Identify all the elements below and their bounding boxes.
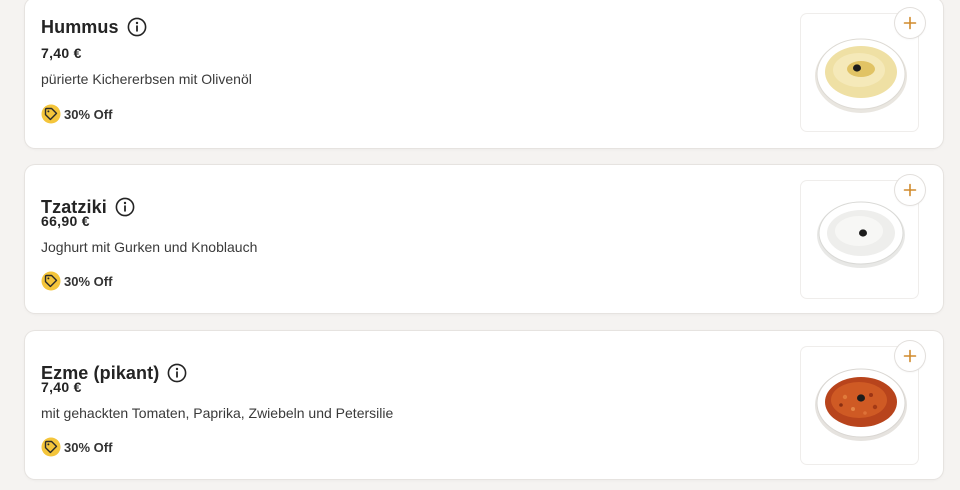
discount-badge-label: 30% Off (64, 106, 113, 122)
menu-item-card[interactable]: Hummus 7,40 € pürierte Kichererbsen mit … (25, 0, 943, 148)
menu-item-price: 66,90 € (41, 213, 90, 229)
info-icon[interactable] (127, 17, 147, 37)
menu-item-card[interactable]: Ezme (pikant) 7,40 € mit gehackten Tomat… (25, 331, 943, 479)
add-item-button[interactable] (895, 175, 925, 205)
menu-item-title-row: Hummus (41, 15, 147, 39)
discount-badge-label: 30% Off (64, 273, 113, 289)
add-item-button[interactable] (895, 341, 925, 371)
add-item-button[interactable] (895, 8, 925, 38)
menu-item-description: pürierte Kichererbsen mit Olivenöl (41, 71, 252, 87)
info-icon[interactable] (167, 363, 187, 383)
menu-item-title: Hummus (41, 16, 119, 37)
menu-item-price: 7,40 € (41, 379, 82, 395)
plus-icon (903, 16, 917, 30)
discount-badge: 30% Off (41, 104, 112, 124)
menu-item-description: mit gehackten Tomaten, Paprika, Zwiebeln… (41, 405, 394, 421)
plus-icon (903, 183, 917, 197)
discount-badge: 30% Off (41, 437, 112, 457)
menu-item-card[interactable]: Tzatziki 66,90 € Joghurt mit Gurken und … (25, 165, 943, 313)
tag-icon (41, 104, 61, 124)
plus-icon (903, 349, 917, 363)
tag-icon (41, 437, 61, 457)
discount-badge: 30% Off (41, 271, 112, 291)
tag-icon (41, 271, 61, 291)
menu-item-description: Joghurt mit Gurken und Knoblauch (41, 239, 258, 255)
discount-badge-label: 30% Off (64, 439, 113, 455)
menu-item-price: 7,40 € (41, 45, 82, 61)
info-icon[interactable] (115, 197, 135, 217)
